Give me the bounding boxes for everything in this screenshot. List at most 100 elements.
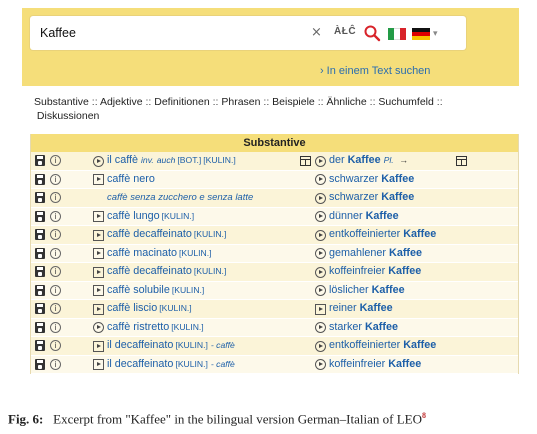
play-audio-icon[interactable] — [315, 266, 326, 278]
italian-term[interactable]: caffè nero — [107, 173, 155, 185]
nav-substantive[interactable]: Substantive — [34, 96, 89, 108]
table-row[interactable]: i caffè decaffeinato [KULIN.] entkoffeinier… — [31, 226, 518, 245]
table-row[interactable]: i caffè senza zucchero e senza latte schwa… — [31, 189, 518, 208]
save-icon[interactable] — [35, 247, 45, 259]
save-icon[interactable] — [35, 303, 45, 314]
italian-term-text[interactable]: caffè macinato — [107, 247, 177, 259]
italian-term[interactable]: caffè lungo [KULIN.] — [107, 210, 194, 222]
info-icon[interactable]: i — [50, 192, 61, 203]
nav-aehnliche[interactable]: Ähnliche — [326, 96, 366, 108]
german-term[interactable]: entkoffeinierter Kaffee — [329, 339, 436, 351]
play-audio-icon[interactable] — [315, 211, 326, 222]
search-input[interactable] — [40, 23, 290, 43]
play-audio-square-icon[interactable] — [93, 303, 104, 315]
german-term[interactable]: starker Kaffee — [329, 321, 398, 333]
german-term[interactable]: koffeinfreier Kaffee — [329, 358, 421, 370]
save-icon[interactable] — [35, 229, 45, 240]
play-audio-icon[interactable] — [315, 340, 326, 352]
table-row[interactable]: i caffè nero schwarzer Kaffee — [31, 170, 518, 189]
german-term[interactable]: schwarzer Kaffee — [329, 173, 414, 185]
table-row[interactable]: i il caffè inv. auch [BOT.] [KULIN.] der Kaffe… — [31, 152, 518, 171]
italian-term[interactable]: caffè decaffeinato [KULIN.] — [107, 228, 226, 240]
play-audio-icon[interactable] — [315, 248, 326, 259]
play-audio-square-icon[interactable] — [93, 248, 104, 259]
save-icon[interactable] — [35, 192, 45, 203]
save-icon[interactable] — [35, 358, 45, 370]
conjugation-table-icon[interactable] — [300, 156, 311, 166]
italian-term[interactable]: il decaffeinato [KULIN.] - caffè — [107, 358, 235, 370]
italian-term-text[interactable]: caffè decaffeinato — [107, 228, 192, 240]
play-audio-icon[interactable] — [93, 322, 104, 333]
info-icon[interactable]: i — [50, 284, 61, 296]
italian-term-text[interactable]: il decaffeinato — [107, 358, 173, 370]
nav-suchumfeld[interactable]: Suchumfeld — [378, 96, 433, 108]
german-term[interactable]: entkoffeinierter Kaffee — [329, 228, 436, 240]
save-icon[interactable] — [35, 321, 45, 333]
italian-term-text[interactable]: il caffè — [107, 154, 138, 166]
italian-term-text[interactable]: caffè decaffeinato — [107, 265, 192, 277]
text-search-label[interactable]: In einem Text suchen — [327, 65, 431, 77]
info-icon[interactable]: i — [50, 340, 61, 351]
info-icon[interactable]: i — [50, 321, 61, 333]
german-term[interactable]: dünner Kaffee — [329, 210, 399, 222]
italian-term[interactable]: caffè solubile [KULIN.] — [107, 284, 204, 296]
play-audio-icon[interactable] — [315, 359, 326, 370]
italian-term-text[interactable]: il decaffeinato — [107, 339, 173, 351]
table-row[interactable]: i caffè macinato [KULIN.] gemahlener Kaffee — [31, 244, 518, 263]
save-icon[interactable] — [35, 210, 45, 222]
save-icon[interactable] — [35, 155, 45, 166]
german-term[interactable]: gemahlener Kaffee — [329, 247, 422, 259]
info-icon[interactable]: i — [50, 155, 61, 166]
save-icon[interactable] — [35, 266, 45, 277]
italian-term[interactable]: caffè macinato [KULIN.] — [107, 247, 212, 259]
italian-term-text[interactable]: caffè lungo — [107, 210, 160, 222]
italian-term[interactable]: il decaffeinato [KULIN.] - caffè — [107, 339, 235, 351]
german-term[interactable]: der Kaffee Pl. → — [329, 154, 408, 166]
italian-term-text[interactable]: caffè senza zucchero e senza latte — [107, 192, 253, 203]
declension-table-icon[interactable] — [456, 156, 467, 166]
italian-term[interactable]: il caffè inv. auch [BOT.] [KULIN.] — [107, 154, 236, 166]
nav-definitionen[interactable]: Definitionen — [154, 96, 209, 108]
italian-term-text[interactable]: caffè nero — [107, 173, 155, 185]
save-icon[interactable] — [35, 173, 45, 185]
play-audio-icon[interactable] — [315, 192, 326, 204]
play-audio-icon[interactable] — [315, 285, 326, 296]
info-icon[interactable]: i — [50, 266, 61, 277]
italian-term[interactable]: caffè ristretto [KULIN.] — [107, 321, 204, 333]
german-term[interactable]: koffeinfreier Kaffee — [329, 265, 421, 277]
table-row[interactable]: i il decaffeinato [KULIN.] - caffè koffeinfr… — [31, 355, 518, 374]
play-audio-square-icon[interactable] — [93, 285, 104, 296]
table-row[interactable]: i caffè decaffeinato [KULIN.] koffeinfreier… — [31, 263, 518, 282]
nav-adjektive[interactable]: Adjektive — [100, 96, 143, 108]
info-icon[interactable]: i — [50, 358, 61, 370]
play-audio-square-icon[interactable] — [315, 303, 326, 315]
save-icon[interactable] — [35, 340, 45, 351]
german-flag-icon[interactable] — [412, 28, 430, 40]
play-audio-icon[interactable] — [315, 322, 326, 333]
clear-icon[interactable]: × — [311, 25, 322, 40]
info-icon[interactable]: i — [50, 229, 61, 240]
italian-term[interactable]: caffè liscio [KULIN.] — [107, 302, 192, 314]
german-term[interactable]: löslicher Kaffee — [329, 284, 405, 296]
italian-term-text[interactable]: caffè ristretto — [107, 321, 169, 333]
italian-term[interactable]: caffè senza zucchero e senza latte — [107, 191, 253, 203]
special-characters-button[interactable]: ÀŁĈ — [334, 26, 356, 37]
german-term[interactable]: schwarzer Kaffee — [329, 191, 414, 203]
info-icon[interactable]: i — [50, 303, 61, 314]
play-audio-square-icon[interactable] — [93, 266, 104, 278]
nav-phrasen[interactable]: Phrasen — [221, 96, 260, 108]
play-audio-icon[interactable] — [315, 229, 326, 241]
info-icon[interactable]: i — [50, 210, 61, 222]
chevron-down-icon[interactable]: ▾ — [433, 28, 438, 39]
nav-diskussionen[interactable]: Diskussionen — [37, 110, 99, 122]
save-icon[interactable] — [35, 284, 45, 296]
table-row[interactable]: i caffè solubile [KULIN.] löslicher Kaffee — [31, 281, 518, 300]
table-row[interactable]: i caffè lungo [KULIN.] dünner Kaffee — [31, 207, 518, 226]
info-icon[interactable]: i — [50, 247, 61, 259]
table-row[interactable]: i caffè liscio [KULIN.] reiner Kaffee — [31, 300, 518, 319]
text-search-link[interactable]: › In einem Text suchen — [320, 65, 430, 77]
info-icon[interactable]: i — [50, 173, 61, 185]
german-term[interactable]: reiner Kaffee — [329, 302, 393, 314]
italian-term-text[interactable]: caffè liscio — [107, 302, 157, 314]
italian-term-text[interactable]: caffè solubile — [107, 284, 170, 296]
